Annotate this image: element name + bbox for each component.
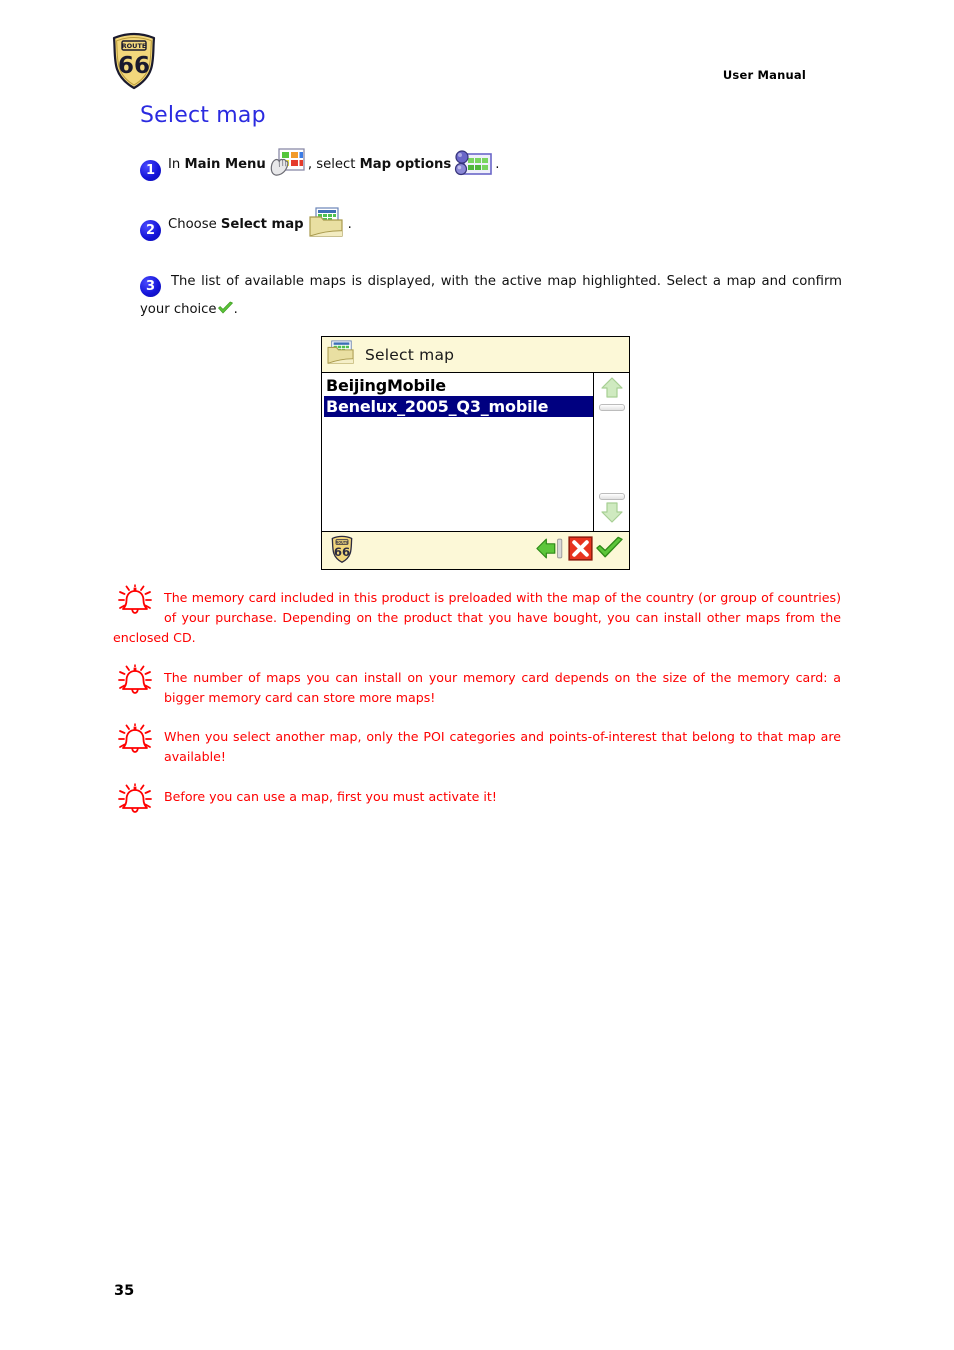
map-folder-icon (327, 339, 355, 370)
note-text: The memory card included in this product… (113, 590, 841, 645)
notes-section: The memory card included in this product… (113, 584, 841, 827)
bell-icon (113, 664, 157, 696)
scroll-track-top[interactable] (599, 404, 625, 411)
map-list[interactable]: BeijingMobile Benelux_2005_Q3_mobile (322, 373, 594, 531)
device-body: BeijingMobile Benelux_2005_Q3_mobile (322, 373, 629, 531)
device-titlebar: Select map (322, 337, 629, 373)
list-item[interactable]: BeijingMobile (324, 375, 593, 396)
scroll-track-bottom[interactable] (599, 493, 625, 500)
note-item: The memory card included in this product… (113, 584, 841, 648)
step-1-bold-map-options: Map options (359, 156, 452, 172)
step-2-number: 2 (140, 220, 161, 241)
step-3: 3 The list of available maps is displayed… (140, 269, 842, 323)
scrollbar[interactable] (594, 373, 629, 531)
green-check-icon (217, 300, 234, 315)
page-header: ROUTE 66 User Manual (0, 30, 954, 100)
scroll-down-arrow-icon[interactable] (600, 501, 624, 527)
header-user-manual-label: User Manual (722, 68, 806, 82)
note-item: Before you can use a map, first you must… (113, 783, 841, 814)
step-1-text-middle: , select (307, 156, 360, 172)
select-map-folder-icon (307, 206, 345, 240)
step-1-number: 1 (140, 160, 161, 181)
note-item: The number of maps you can install on yo… (113, 664, 841, 708)
back-button[interactable] (536, 535, 566, 566)
bell-icon (113, 783, 157, 815)
map-options-icon (454, 150, 493, 180)
device-toolbar: ROUTE 66 (322, 531, 629, 569)
steps-list: 1 In Main Menu , select Map options . 2 … (140, 148, 842, 323)
step-2: 2 Choose Select map . (140, 206, 840, 241)
note-text: Before you can use a map, first you must… (164, 789, 497, 805)
device-toolbar-buttons (536, 535, 624, 566)
step-1-text-after: . (495, 156, 500, 172)
confirm-button[interactable] (595, 536, 624, 566)
route66-logo-small: ROUTE 66 (328, 535, 356, 567)
list-item[interactable]: Benelux_2005_Q3_mobile (324, 396, 593, 417)
svg-text:66: 66 (334, 545, 350, 559)
note-text: The number of maps you can install on yo… (164, 669, 841, 705)
cancel-button[interactable] (568, 536, 593, 565)
device-screenshot: Select map BeijingMobile Benelux_2005_Q3… (321, 336, 630, 570)
step-3-number: 3 (140, 276, 161, 297)
page-title: Select map (140, 103, 266, 128)
scroll-up-arrow-icon[interactable] (600, 377, 624, 403)
page-number: 35 (114, 1283, 135, 1299)
note-item: When you select another map, only the PO… (113, 723, 841, 767)
step-1-bold-main-menu: Main Menu (184, 156, 266, 172)
note-text: When you select another map, only the PO… (164, 729, 841, 765)
route66-logo: ROUTE 66 (105, 32, 163, 90)
device-title-text: Select map (365, 345, 455, 364)
step-3-text: The list of available maps is displayed,… (140, 274, 842, 317)
bell-icon (113, 723, 157, 755)
step-2-bold-select-map: Select map (220, 216, 304, 232)
step-2-text-after: . (347, 216, 352, 232)
step-2-text-before: Choose (168, 216, 221, 232)
step-1-text-before: In (168, 156, 185, 172)
main-menu-icon (269, 148, 305, 180)
svg-text:66: 66 (118, 53, 150, 79)
step-1: 1 In Main Menu , select Map options . (140, 148, 840, 182)
step-3-text-after: . (233, 302, 238, 317)
bell-icon (113, 584, 157, 616)
svg-text:ROUTE: ROUTE (122, 42, 147, 50)
svg-text:ROUTE: ROUTE (336, 540, 349, 544)
